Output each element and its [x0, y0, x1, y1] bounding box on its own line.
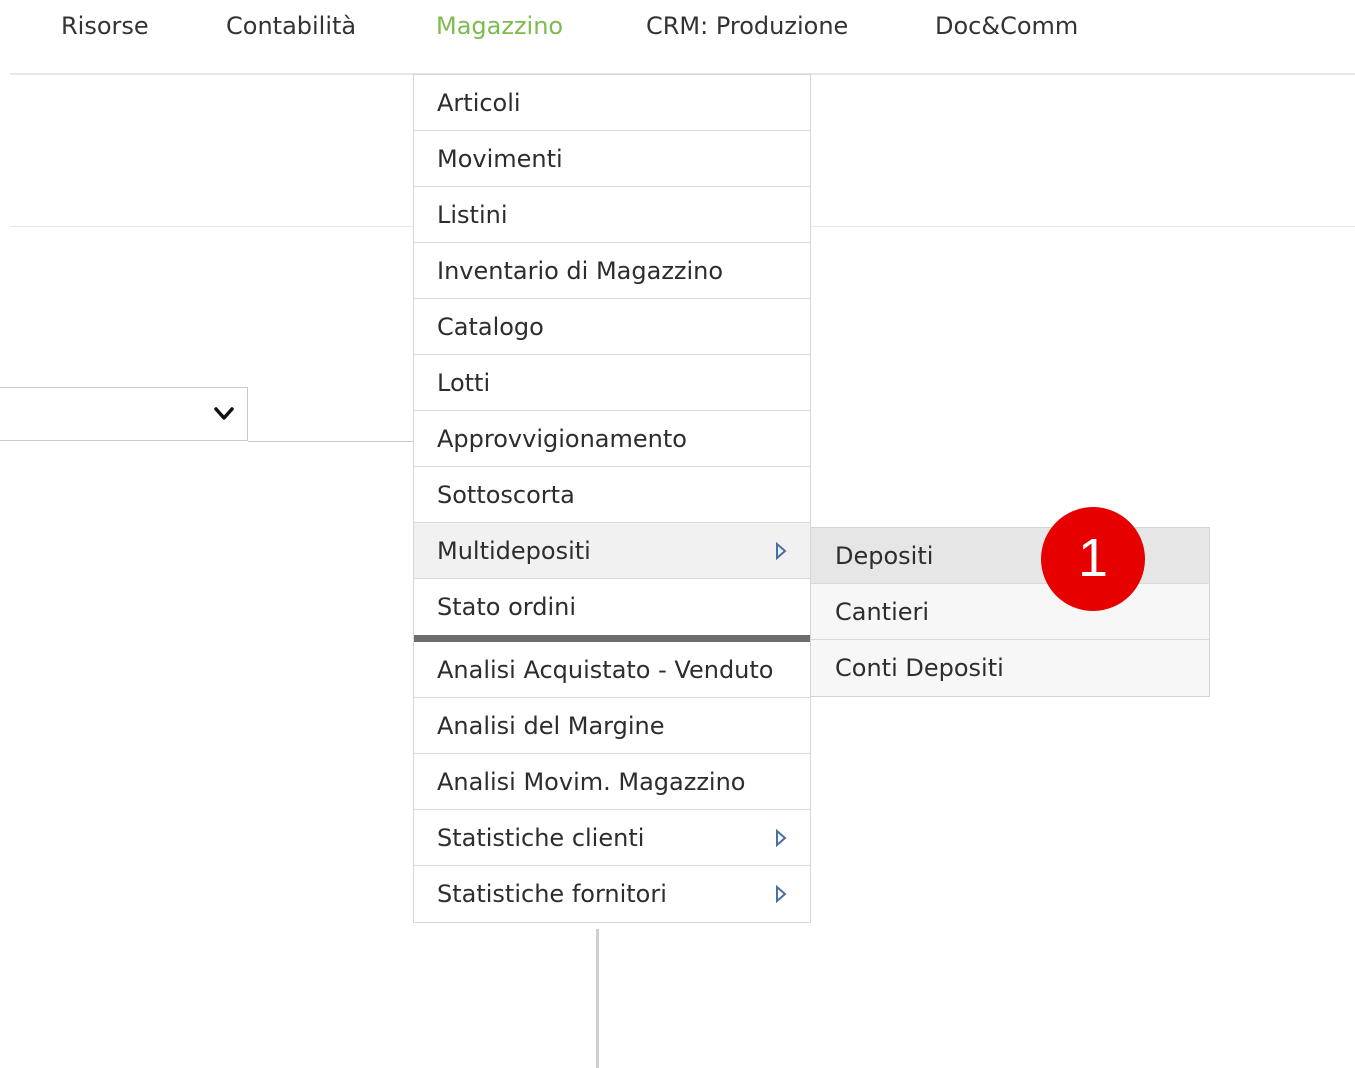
submenu-item-conti-depositi[interactable]: Conti Depositi	[811, 640, 1209, 696]
menu-item-stato-ordini[interactable]: Stato ordini	[414, 579, 810, 635]
menu-item-catalogo[interactable]: Catalogo	[414, 299, 810, 355]
menu-item-label: Stato ordini	[437, 593, 576, 621]
nav-item-crm-produzione[interactable]: CRM: Produzione	[646, 8, 848, 44]
select-underline	[248, 441, 413, 442]
menu-item-label: Analisi Acquistato - Venduto	[437, 656, 774, 684]
menu-item-movimenti[interactable]: Movimenti	[414, 131, 810, 187]
content-divider-right	[811, 226, 1355, 227]
nav-item-magazzino[interactable]: Magazzino	[436, 8, 563, 44]
menu-item-inventario[interactable]: Inventario di Magazzino	[414, 243, 810, 299]
menu-item-label: Listini	[437, 201, 508, 229]
select-dropdown[interactable]	[0, 387, 248, 441]
nav-item-contabilita[interactable]: Contabilità	[226, 8, 356, 44]
triangle-right-icon	[776, 541, 787, 561]
multidepositi-submenu: Depositi Cantieri Conti Depositi	[811, 527, 1210, 697]
nav-item-risorse[interactable]: Risorse	[61, 8, 149, 44]
menu-item-multidepositi[interactable]: Multidepositi	[414, 523, 810, 579]
menu-item-label: Analisi del Margine	[437, 712, 665, 740]
menu-item-label: Multidepositi	[437, 537, 591, 565]
magazzino-dropdown-menu: Articoli Movimenti Listini Inventario di…	[413, 74, 811, 923]
menu-item-label: Movimenti	[437, 145, 563, 173]
menu-item-statistiche-clienti[interactable]: Statistiche clienti	[414, 810, 810, 866]
menu-item-label: Analisi Movim. Magazzino	[437, 768, 746, 796]
menu-item-articoli[interactable]: Articoli	[414, 75, 810, 131]
menu-item-label: Lotti	[437, 369, 491, 397]
menu-item-label: Approvvigionamento	[437, 425, 687, 453]
menu-item-listini[interactable]: Listini	[414, 187, 810, 243]
triangle-right-icon	[776, 884, 787, 904]
chevron-down-icon	[214, 407, 234, 420]
menu-item-label: Sottoscorta	[437, 481, 575, 509]
submenu-item-depositi[interactable]: Depositi	[811, 528, 1209, 584]
menu-item-approvvigionamento[interactable]: Approvvigionamento	[414, 411, 810, 467]
triangle-right-icon	[776, 828, 787, 848]
nav-item-doc-comm[interactable]: Doc&Comm	[935, 8, 1078, 44]
menu-separator	[414, 635, 810, 642]
step-number-badge: 1	[1041, 507, 1145, 611]
vertical-divider	[596, 929, 599, 1068]
main-navigation: Risorse Contabilità Magazzino CRM: Produ…	[0, 0, 1355, 74]
menu-item-label: Statistiche fornitori	[437, 880, 667, 908]
menu-item-lotti[interactable]: Lotti	[414, 355, 810, 411]
submenu-item-cantieri[interactable]: Cantieri	[811, 584, 1209, 640]
menu-item-label: Inventario di Magazzino	[437, 257, 724, 285]
menu-item-statistiche-fornitori[interactable]: Statistiche fornitori	[414, 866, 810, 922]
menu-item-label: Catalogo	[437, 313, 544, 341]
menu-item-label: Articoli	[437, 89, 521, 117]
content-divider-left	[10, 226, 413, 227]
menu-item-label: Statistiche clienti	[437, 824, 645, 852]
menu-item-sottoscorta[interactable]: Sottoscorta	[414, 467, 810, 523]
menu-item-analisi-acquistato-venduto[interactable]: Analisi Acquistato - Venduto	[414, 642, 810, 698]
menu-item-analisi-movim-magazzino[interactable]: Analisi Movim. Magazzino	[414, 754, 810, 810]
menu-item-analisi-margine[interactable]: Analisi del Margine	[414, 698, 810, 754]
